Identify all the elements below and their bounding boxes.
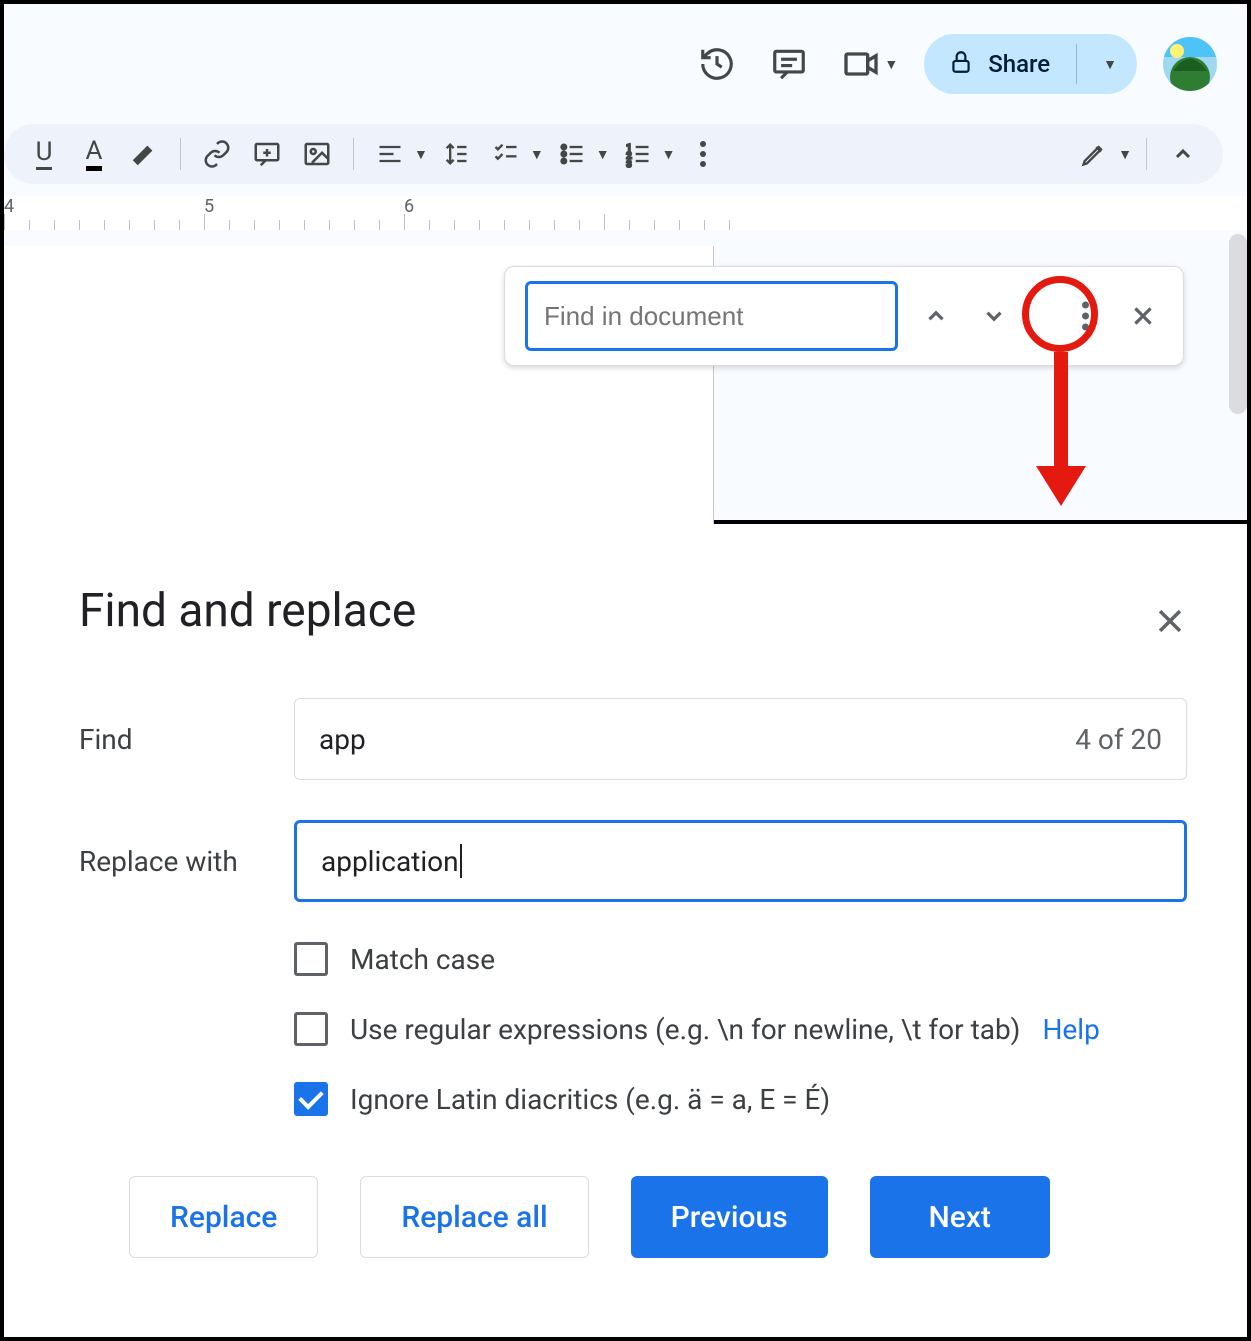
replace-button[interactable]: Replace bbox=[129, 1176, 318, 1258]
line-spacing-icon bbox=[434, 132, 478, 176]
caret-down-icon: ▼ bbox=[1118, 146, 1132, 163]
toolbar-separator bbox=[180, 138, 181, 170]
checklist-dropdown[interactable]: ▼ bbox=[484, 132, 544, 176]
caret-down-icon: ▼ bbox=[414, 146, 428, 163]
annotation-arrow-shaft bbox=[1054, 352, 1068, 472]
regex-label: Use regular expressions (e.g. \n for new… bbox=[350, 1013, 1020, 1046]
bulleted-list-dropdown[interactable]: ▼ bbox=[550, 132, 610, 176]
diacritics-label: Ignore Latin diacritics (e.g. ä = a, E =… bbox=[350, 1083, 830, 1116]
align-icon bbox=[368, 132, 412, 176]
dialog-button-row: Replace Replace all Previous Next bbox=[129, 1176, 1187, 1258]
text-caret bbox=[460, 844, 462, 878]
share-label: Share bbox=[988, 50, 1062, 78]
replace-input[interactable]: application bbox=[294, 820, 1187, 902]
add-comment-button[interactable] bbox=[245, 132, 289, 176]
caret-down-icon: ▼ bbox=[596, 146, 610, 163]
find-in-document-input[interactable] bbox=[525, 281, 898, 351]
options-group: Match case Use regular expressions (e.g.… bbox=[294, 942, 1187, 1116]
line-spacing-button[interactable] bbox=[434, 132, 478, 176]
bulleted-list-icon bbox=[550, 132, 594, 176]
caret-down-icon: ▼ bbox=[662, 146, 676, 163]
text-color-button[interactable]: A bbox=[72, 132, 116, 176]
checklist-icon bbox=[484, 132, 528, 176]
find-input-value: app bbox=[319, 723, 366, 756]
replace-label: Replace with bbox=[79, 845, 294, 878]
checkbox-checked-icon[interactable] bbox=[294, 1082, 328, 1116]
annotation-arrow-head bbox=[1036, 466, 1086, 506]
top-panel: ▼ Share ▼ U A ▼ bbox=[4, 4, 1247, 524]
caret-down-icon: ▼ bbox=[884, 56, 898, 73]
app-header: ▼ Share ▼ bbox=[4, 4, 1247, 114]
lock-icon bbox=[948, 49, 974, 79]
comments-icon[interactable] bbox=[766, 41, 812, 87]
match-count: 4 of 20 bbox=[1075, 723, 1162, 756]
svg-text:3: 3 bbox=[626, 159, 631, 168]
next-button[interactable]: Next bbox=[870, 1176, 1050, 1258]
find-close-button[interactable] bbox=[1123, 296, 1163, 336]
find-input[interactable]: app 4 of 20 bbox=[294, 698, 1187, 780]
share-dropdown[interactable]: ▼ bbox=[1091, 56, 1137, 73]
find-row: Find app 4 of 20 bbox=[79, 698, 1187, 780]
insert-image-button[interactable] bbox=[295, 132, 339, 176]
ruler-number: 6 bbox=[404, 196, 414, 217]
previous-button[interactable]: Previous bbox=[631, 1176, 828, 1258]
dialog-title: Find and replace bbox=[79, 584, 1187, 638]
formatting-toolbar: U A ▼ ▼ ▼ 123 ▼ bbox=[4, 124, 1223, 184]
checkbox-unchecked-icon[interactable] bbox=[294, 1012, 328, 1046]
highlight-button[interactable] bbox=[122, 132, 166, 176]
help-link[interactable]: Help bbox=[1042, 1013, 1099, 1046]
history-icon[interactable] bbox=[694, 41, 740, 87]
ruler: 4 5 6 bbox=[4, 196, 1247, 230]
find-replace-dialog: Find and replace Find app 4 of 20 Replac… bbox=[4, 524, 1247, 1318]
dialog-close-button[interactable] bbox=[1153, 604, 1187, 647]
checkbox-unchecked-icon[interactable] bbox=[294, 942, 328, 976]
match-case-label: Match case bbox=[350, 943, 495, 976]
match-case-option[interactable]: Match case bbox=[294, 942, 1187, 976]
underline-button[interactable]: U bbox=[22, 132, 66, 176]
ruler-number: 5 bbox=[204, 196, 214, 217]
find-next-button[interactable] bbox=[974, 296, 1014, 336]
find-label: Find bbox=[79, 723, 294, 756]
align-dropdown[interactable]: ▼ bbox=[368, 132, 428, 176]
replace-all-button[interactable]: Replace all bbox=[360, 1176, 588, 1258]
more-tools-button[interactable] bbox=[681, 132, 725, 176]
replace-input-value: application bbox=[321, 845, 459, 878]
numbered-list-icon: 123 bbox=[616, 132, 660, 176]
video-icon bbox=[838, 41, 884, 87]
toolbar-separator bbox=[353, 138, 354, 170]
editing-mode-dropdown[interactable]: ▼ bbox=[1072, 132, 1132, 176]
vertical-scrollbar[interactable] bbox=[1229, 234, 1247, 414]
avatar[interactable] bbox=[1163, 37, 1217, 91]
numbered-list-dropdown[interactable]: 123 ▼ bbox=[616, 132, 676, 176]
meet-dropdown[interactable]: ▼ bbox=[838, 41, 898, 87]
regex-option[interactable]: Use regular expressions (e.g. \n for new… bbox=[294, 1012, 1187, 1046]
find-bar bbox=[504, 266, 1184, 366]
caret-down-icon: ▼ bbox=[1103, 56, 1117, 73]
toolbar-separator bbox=[1146, 138, 1147, 170]
ruler-number: 4 bbox=[4, 196, 14, 217]
share-button[interactable]: Share ▼ bbox=[924, 34, 1137, 94]
insert-link-button[interactable] bbox=[195, 132, 239, 176]
find-previous-button[interactable] bbox=[916, 296, 956, 336]
pencil-icon bbox=[1072, 132, 1116, 176]
diacritics-option[interactable]: Ignore Latin diacritics (e.g. ä = a, E =… bbox=[294, 1082, 1187, 1116]
replace-row: Replace with application bbox=[79, 820, 1187, 902]
caret-down-icon: ▼ bbox=[530, 146, 544, 163]
find-more-options-button[interactable] bbox=[1065, 296, 1105, 336]
collapse-toolbar-button[interactable] bbox=[1161, 132, 1205, 176]
share-separator bbox=[1076, 44, 1077, 84]
